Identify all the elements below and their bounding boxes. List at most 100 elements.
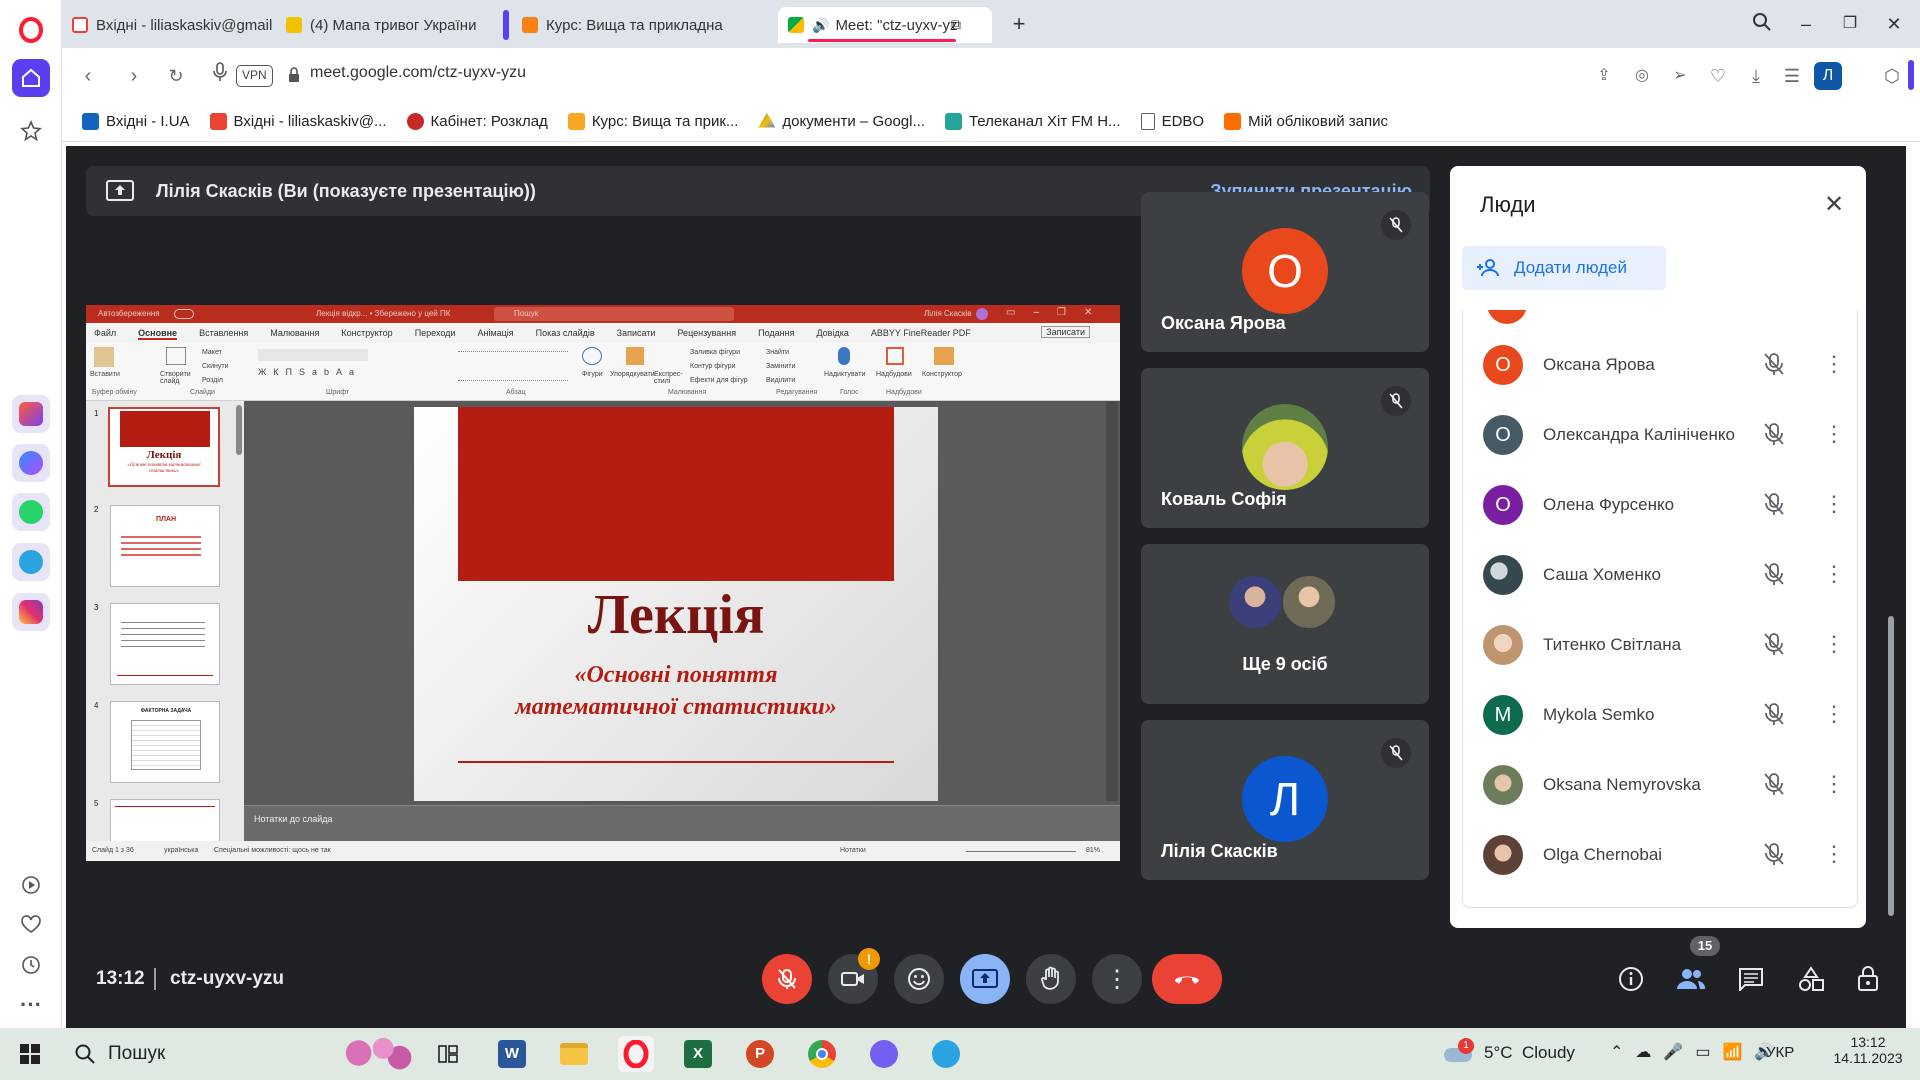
more-options-icon[interactable]: ⋮ bbox=[1823, 560, 1845, 588]
heart-bookmark-icon[interactable]: ♡ bbox=[1704, 62, 1732, 90]
favorites-heart-icon[interactable] bbox=[12, 906, 50, 944]
person-row[interactable]: О Олена Фурсенко ⋮ bbox=[1483, 470, 1845, 540]
viber-icon[interactable] bbox=[866, 1036, 902, 1072]
word-icon[interactable]: W bbox=[494, 1036, 530, 1072]
download-icon[interactable]: ⤓ bbox=[1742, 62, 1770, 90]
telegram-icon[interactable] bbox=[12, 543, 50, 581]
vpn-badge[interactable]: VPN bbox=[236, 65, 273, 87]
taskbar-search[interactable]: Пошук bbox=[62, 1030, 422, 1076]
tab-search-icon[interactable] bbox=[1750, 12, 1774, 36]
sidebar-toggle[interactable] bbox=[1908, 60, 1914, 90]
restore-icon[interactable]: ❐ bbox=[1838, 12, 1862, 36]
tile-more-people[interactable]: Ще 9 осіб bbox=[1141, 544, 1429, 704]
tile-oksana[interactable]: О Оксана Ярова bbox=[1141, 192, 1429, 352]
notes-label: Нотатки до слайда bbox=[254, 814, 333, 824]
add-people-button[interactable]: Додати людей bbox=[1462, 246, 1666, 290]
bookmark-hitfm[interactable]: Телеканал Хіт FM Н... bbox=[944, 113, 1121, 130]
share-icon[interactable]: ⇪ bbox=[1590, 62, 1618, 90]
new-tab-icon[interactable]: + bbox=[1007, 12, 1031, 36]
thumb-slide-5 bbox=[110, 799, 220, 841]
more-options-icon[interactable]: ⋮ bbox=[1823, 770, 1845, 798]
raise-hand-button[interactable] bbox=[1026, 954, 1076, 1004]
bookmark-gmail[interactable]: Вхідні - liliaskaskiv@... bbox=[209, 113, 387, 130]
people-button[interactable]: 15 bbox=[1670, 936, 1720, 1000]
bookmark-cabinet[interactable]: Кабінет: Розклад bbox=[406, 113, 548, 130]
more-options-icon[interactable]: ⋮ bbox=[1823, 350, 1845, 378]
system-tray-icons[interactable]: ⌃☁🎤▭📶🔊 bbox=[1610, 1042, 1786, 1062]
tile-liliia[interactable]: Л Лілія Скасків bbox=[1141, 720, 1429, 880]
bookmark-edbo[interactable]: EDBO bbox=[1140, 113, 1204, 130]
more-icon[interactable]: ··· bbox=[12, 986, 50, 1024]
opera-taskbar-icon[interactable] bbox=[618, 1036, 654, 1072]
person-row[interactable]: Olga Chernobai ⋮ bbox=[1483, 820, 1845, 890]
bookmark-drive[interactable]: документи – Googl... bbox=[758, 113, 925, 130]
mic-icon[interactable] bbox=[206, 62, 234, 90]
more-options-icon[interactable]: ⋮ bbox=[1823, 630, 1845, 658]
person-row[interactable]: О Оксана Ярова ⋮ bbox=[1483, 330, 1845, 400]
extensions-cube-icon[interactable]: ⬡ bbox=[1878, 62, 1906, 90]
player-icon[interactable] bbox=[12, 866, 50, 904]
person-row[interactable]: Oksana Nemyrovska ⋮ bbox=[1483, 750, 1845, 820]
url-text[interactable]: meet.google.com/ctz-uyxv-yzu bbox=[310, 64, 526, 82]
camera-toggle-button[interactable]: ! bbox=[828, 948, 880, 1004]
more-options-icon[interactable]: ⋮ bbox=[1823, 420, 1845, 448]
messenger-icon[interactable] bbox=[12, 444, 50, 482]
tab-alert-map[interactable]: (4) Мапа тривог України bbox=[276, 7, 486, 43]
tab-course[interactable]: Курс: Вища та прикладна bbox=[512, 7, 774, 43]
close-panel-icon[interactable]: ✕ bbox=[1824, 190, 1844, 219]
instagram-icon[interactable] bbox=[12, 593, 50, 631]
alert-map-icon bbox=[286, 17, 302, 33]
home-icon[interactable] bbox=[12, 59, 50, 97]
more-options-button[interactable]: ⋮ bbox=[1092, 954, 1142, 1004]
weather-icon[interactable]: 1 bbox=[1444, 1036, 1474, 1072]
aria-icon[interactable] bbox=[12, 395, 50, 433]
task-view-icon[interactable] bbox=[430, 1036, 466, 1072]
mic-toggle-button[interactable] bbox=[762, 954, 812, 1004]
windows-start-icon[interactable] bbox=[12, 1036, 48, 1072]
speed-dial-star-icon[interactable] bbox=[12, 112, 50, 150]
keyboard-language[interactable]: УКР bbox=[1766, 1044, 1794, 1061]
chat-button[interactable] bbox=[1730, 958, 1772, 1000]
file-explorer-icon[interactable] bbox=[556, 1036, 592, 1072]
more-options-icon[interactable]: ⋮ bbox=[1823, 490, 1845, 518]
tab-gmail[interactable]: Вхідні - liliaskaskiv@gmail bbox=[62, 7, 272, 43]
chrome-icon[interactable] bbox=[804, 1036, 840, 1072]
person-row[interactable]: О Олександра Калініченко ⋮ bbox=[1483, 400, 1845, 470]
emoji-reactions-button[interactable] bbox=[894, 954, 944, 1004]
whatsapp-icon[interactable] bbox=[12, 493, 50, 531]
back-icon[interactable]: ‹ bbox=[74, 62, 102, 90]
send-icon[interactable]: ➢ bbox=[1666, 62, 1694, 90]
excel-icon[interactable]: X bbox=[680, 1036, 716, 1072]
avatar-initial: M bbox=[1494, 703, 1512, 726]
more-options-icon[interactable]: ⋮ bbox=[1823, 840, 1845, 868]
person-row[interactable]: Титенко Світлана ⋮ bbox=[1483, 610, 1845, 680]
tab-pip-icon[interactable]: ⧉ bbox=[944, 12, 968, 36]
activities-button[interactable] bbox=[1790, 958, 1832, 1000]
bookmark-course[interactable]: Курс: Вища та прик... bbox=[567, 113, 738, 130]
history-clock-icon[interactable] bbox=[12, 946, 50, 984]
forward-icon[interactable]: › bbox=[120, 62, 148, 90]
snapshot-camera-icon[interactable]: ◎ bbox=[1628, 62, 1656, 90]
tile-sofiia[interactable]: Коваль Софія bbox=[1141, 368, 1429, 528]
weather-text[interactable]: 5°C Cloudy bbox=[1484, 1043, 1575, 1063]
leave-call-button[interactable] bbox=[1152, 954, 1222, 1004]
taskbar-clock[interactable]: 13:12 14.11.2023 bbox=[1826, 1034, 1910, 1066]
profile-avatar[interactable]: Л bbox=[1814, 62, 1842, 90]
more-options-icon[interactable]: ⋮ bbox=[1823, 700, 1845, 728]
bookmark-account[interactable]: Мій обліковий запис bbox=[1224, 113, 1388, 130]
present-now-button[interactable] bbox=[960, 954, 1010, 1004]
minimize-icon[interactable]: – bbox=[1794, 12, 1818, 36]
person-row[interactable]: M Mykola Semko ⋮ bbox=[1483, 680, 1845, 750]
opera-logo-icon[interactable] bbox=[12, 11, 50, 49]
bookmark-iua[interactable]: Вхідні - I.UA bbox=[82, 113, 190, 130]
host-controls-button[interactable] bbox=[1848, 958, 1890, 1000]
telegram-taskbar-icon[interactable] bbox=[928, 1036, 964, 1072]
powerpoint-icon[interactable]: P bbox=[742, 1036, 778, 1072]
meeting-details-button[interactable] bbox=[1610, 958, 1652, 1000]
reload-icon[interactable]: ↻ bbox=[162, 62, 190, 90]
people-scrollbar[interactable] bbox=[1888, 616, 1894, 916]
easy-setup-icon[interactable]: ☰ bbox=[1778, 62, 1806, 90]
person-row[interactable]: Саша Хоменко ⋮ bbox=[1483, 540, 1845, 610]
lock-icon[interactable] bbox=[287, 66, 301, 88]
close-window-icon[interactable]: ✕ bbox=[1882, 12, 1906, 36]
